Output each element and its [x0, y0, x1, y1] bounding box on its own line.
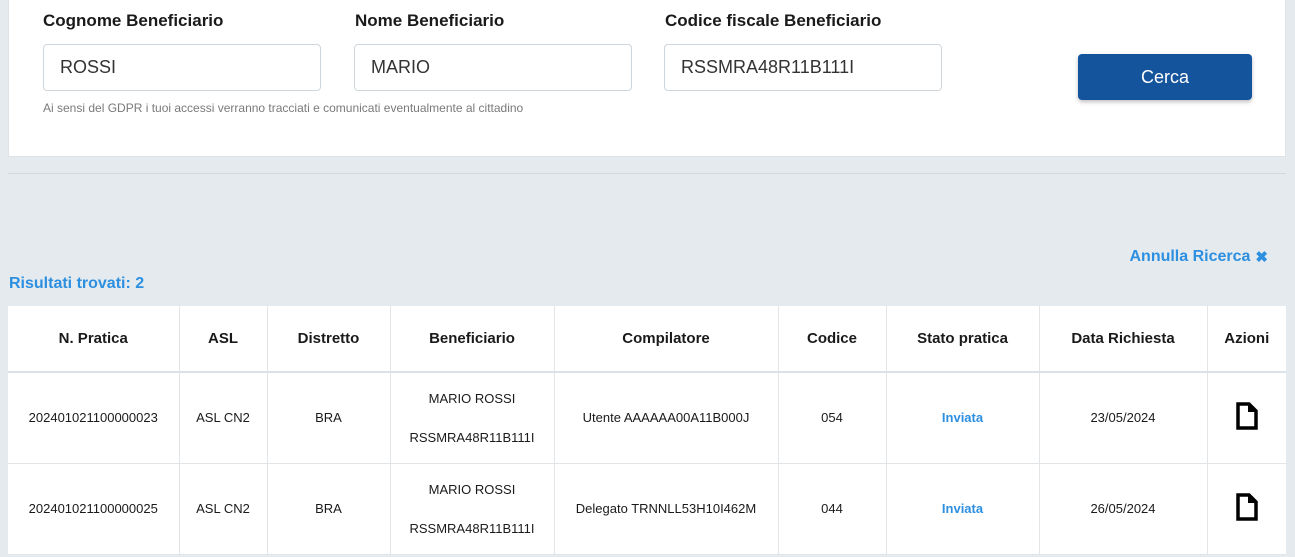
header-n-pratica[interactable]: N. Pratica — [8, 306, 179, 373]
header-compilatore[interactable]: Compilatore — [553, 306, 778, 373]
header-asl[interactable]: ASL — [178, 306, 267, 373]
cell-asl: ASL CN2 — [178, 463, 267, 555]
close-icon: ✖ — [1255, 248, 1268, 266]
cell-data-richiesta: 23/05/2024 — [1038, 372, 1207, 464]
cell-pratica: 202401021100000025 — [8, 463, 179, 555]
document-icon[interactable] — [1236, 493, 1258, 524]
cerca-button[interactable]: Cerca — [1078, 54, 1252, 100]
table-row: 202401021100000025 ASL CN2 BRA MARIO ROS… — [8, 463, 1286, 555]
results-table: N. Pratica ASL Distretto Beneficiario Co… — [8, 306, 1286, 555]
cell-compilatore: Utente AAAAAA00A11B000J — [553, 372, 778, 464]
codice-fiscale-input[interactable] — [664, 44, 942, 91]
header-beneficiario[interactable]: Beneficiario — [389, 306, 554, 373]
section-divider — [8, 173, 1286, 174]
cognome-label: Cognome Beneficiario — [43, 11, 224, 30]
cell-distretto: BRA — [266, 463, 390, 555]
beneficiario-name: MARIO ROSSI — [428, 481, 516, 497]
cell-stato: Inviata — [885, 463, 1039, 555]
stato-pratica-link[interactable]: Inviata — [942, 410, 983, 425]
header-distretto[interactable]: Distretto — [266, 306, 390, 373]
stato-pratica-link[interactable]: Inviata — [942, 501, 983, 516]
nome-label: Nome Beneficiario — [355, 11, 505, 30]
beneficiario-name: MARIO ROSSI — [428, 390, 516, 406]
beneficiario-cf: RSSMRA48R11B111I — [409, 429, 535, 445]
cell-codice: 054 — [777, 372, 886, 464]
cognome-input[interactable] — [43, 44, 321, 91]
cell-pratica: 202401021100000023 — [8, 372, 179, 464]
annulla-ricerca-link[interactable]: Annulla Ricerca ✖ — [1129, 248, 1268, 266]
cell-azioni — [1206, 372, 1286, 464]
cell-compilatore: Delegato TRNNLL53H10I462M — [553, 463, 778, 555]
cell-stato: Inviata — [885, 372, 1039, 464]
header-stato-pratica[interactable]: Stato pratica — [885, 306, 1039, 373]
table-row: 202401021100000023 ASL CN2 BRA MARIO ROS… — [8, 372, 1286, 464]
header-codice[interactable]: Codice — [777, 306, 886, 373]
cell-distretto: BRA — [266, 372, 390, 464]
search-panel: Cognome Beneficiario Nome Beneficiario C… — [8, 0, 1286, 157]
nome-input[interactable] — [354, 44, 632, 91]
cell-asl: ASL CN2 — [178, 372, 267, 464]
cell-azioni — [1206, 463, 1286, 555]
document-icon[interactable] — [1236, 402, 1258, 433]
header-data-richiesta[interactable]: Data Richiesta — [1038, 306, 1207, 373]
results-count: Risultati trovati: 2 — [9, 275, 145, 292]
cell-beneficiario: MARIO ROSSI RSSMRA48R11B111I — [389, 372, 554, 464]
cell-codice: 044 — [777, 463, 886, 555]
cell-data-richiesta: 26/05/2024 — [1038, 463, 1207, 555]
annulla-ricerca-label: Annulla Ricerca — [1129, 248, 1251, 265]
beneficiario-cf: RSSMRA48R11B111I — [409, 520, 535, 536]
codice-fiscale-label: Codice fiscale Beneficiario — [665, 11, 882, 30]
cell-beneficiario: MARIO ROSSI RSSMRA48R11B111I — [389, 463, 554, 555]
gdpr-note: Ai sensi del GDPR i tuoi accessi verrann… — [43, 101, 524, 115]
table-header-row: N. Pratica ASL Distretto Beneficiario Co… — [8, 306, 1286, 373]
header-azioni: Azioni — [1206, 306, 1286, 373]
